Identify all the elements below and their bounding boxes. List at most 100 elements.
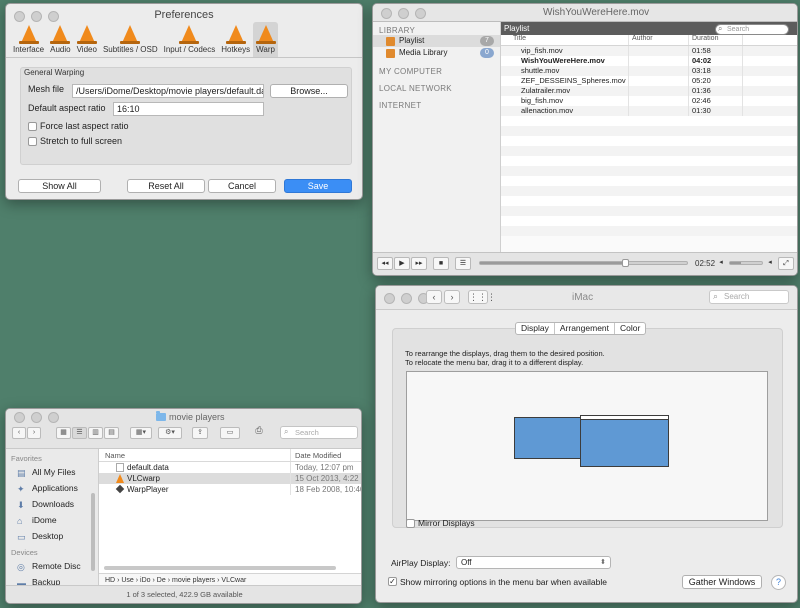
fullscreen-icon[interactable]: ⤢ xyxy=(778,257,794,270)
column-name[interactable]: Name xyxy=(99,449,291,461)
playlist-row[interactable]: ZEF_DESSEINS_Spheres.mov 05:20 xyxy=(501,76,797,86)
playlist-row[interactable]: allenaction.mov 01:30 xyxy=(501,106,797,116)
zoom-button[interactable] xyxy=(48,11,59,22)
show-all-grid-icon[interactable]: ⋮⋮⋮ xyxy=(468,290,496,304)
rewind-button[interactable]: ◂◂ xyxy=(377,257,393,270)
path-segment[interactable]: De xyxy=(157,577,166,584)
finder-search-input[interactable]: Search xyxy=(280,426,358,439)
sidebar-item-all-my-files[interactable]: ▤ All My Files xyxy=(6,464,98,480)
tab-color[interactable]: Color xyxy=(615,323,645,334)
close-button[interactable] xyxy=(14,11,25,22)
mesh-file-field[interactable]: /Users/iDome/Desktop/movie players/defau… xyxy=(72,84,264,98)
tab-warp[interactable]: Warp xyxy=(253,22,278,57)
force-aspect-checkbox[interactable] xyxy=(28,122,37,131)
preferences-search-input[interactable]: Search xyxy=(709,290,789,304)
play-button[interactable]: ▶ xyxy=(394,257,410,270)
tab-input-codecs[interactable]: Input / Codecs xyxy=(161,22,219,57)
forward-button[interactable]: › xyxy=(27,427,41,439)
sidebar-item-playlist[interactable]: Playlist 7 xyxy=(373,35,500,47)
list-view-icon[interactable]: ☰ xyxy=(72,427,87,439)
minimize-button[interactable] xyxy=(31,11,42,22)
playlist-row[interactable]: WishYouWereHere.mov 04:02 xyxy=(501,56,797,66)
tab-subtitles-osd[interactable]: Subtitles / OSD xyxy=(100,22,161,57)
sidebar-item-desktop[interactable]: ▭ Desktop xyxy=(6,528,98,544)
path-segment[interactable]: VLCwar xyxy=(221,577,246,584)
show-mirroring-checkbox[interactable]: ✓ xyxy=(388,577,397,586)
file-row[interactable]: VLCwarp 15 Oct 2013, 4:22 pm xyxy=(99,473,361,484)
zoom-button[interactable] xyxy=(48,412,59,423)
share-icon[interactable]: ⇪ xyxy=(192,427,208,439)
path-segment[interactable]: movie players xyxy=(172,577,215,584)
file-row[interactable]: default.data Today, 12:07 pm xyxy=(99,462,361,473)
minimize-button[interactable] xyxy=(31,412,42,423)
secondary-display[interactable] xyxy=(514,417,581,459)
cover-flow-icon[interactable]: ▤ xyxy=(104,427,119,439)
tab-interface[interactable]: Interface xyxy=(10,22,47,57)
file-row[interactable]: WarpPlayer 18 Feb 2008, 10:40 xyxy=(99,484,361,495)
stop-button[interactable]: ■ xyxy=(433,257,449,270)
playlist-row[interactable]: big_fish.mov 02:46 xyxy=(501,96,797,106)
internet-heading[interactable]: INTERNET xyxy=(373,93,500,110)
sidebar-item-idome[interactable]: ⌂ iDome xyxy=(6,512,98,528)
airplay-select[interactable]: Off xyxy=(456,556,611,569)
sidebar-item-remote-disc[interactable]: ◎ Remote Disc xyxy=(6,558,98,574)
column-date-modified[interactable]: Date Modified xyxy=(291,449,361,461)
sidebar-item-media-library[interactable]: Media Library 0 xyxy=(373,47,500,59)
main-display[interactable] xyxy=(580,415,669,467)
sidebar-item-downloads[interactable]: ⬇ Downloads xyxy=(6,496,98,512)
save-button[interactable]: Save xyxy=(284,179,352,193)
back-button[interactable]: ‹ xyxy=(12,427,26,439)
cancel-button[interactable]: Cancel xyxy=(208,179,276,193)
tab-video[interactable]: Video xyxy=(74,22,100,57)
seek-knob[interactable] xyxy=(622,259,630,267)
arrange-icon[interactable]: ▦▾ xyxy=(130,427,152,439)
column-title[interactable]: Title xyxy=(501,35,629,45)
icon-view-icon[interactable]: ▦ xyxy=(56,427,71,439)
browse-button[interactable]: Browse... xyxy=(270,84,348,98)
forward-button[interactable]: › xyxy=(444,290,460,304)
local-network-heading[interactable]: LOCAL NETWORK xyxy=(373,76,500,93)
seek-bar[interactable] xyxy=(479,261,688,265)
volume-high-icon[interactable]: ◂ xyxy=(765,257,775,270)
back-button[interactable]: ‹ xyxy=(426,290,442,304)
tags-icon[interactable]: ▭ xyxy=(220,427,240,439)
show-all-button[interactable]: Show All xyxy=(18,179,101,193)
stretch-checkbox[interactable] xyxy=(28,137,37,146)
column-author[interactable]: Author xyxy=(629,35,689,45)
tab-hotkeys[interactable]: Hotkeys xyxy=(218,22,253,57)
my-computer-heading[interactable]: MY COMPUTER xyxy=(373,59,500,76)
playlist-toggle-button[interactable]: ☰ xyxy=(455,257,471,270)
menu-bar-handle[interactable] xyxy=(581,416,668,420)
gather-windows-button[interactable]: Gather Windows xyxy=(682,575,762,589)
mirror-displays-checkbox[interactable] xyxy=(406,519,415,528)
zoom-button[interactable] xyxy=(415,8,426,19)
aspect-ratio-field[interactable]: 16:10 xyxy=(113,102,264,116)
script-icon[interactable]: ⎙ xyxy=(254,425,264,437)
path-segment[interactable]: HD xyxy=(105,577,115,584)
action-gear-icon[interactable]: ⚙▾ xyxy=(158,427,182,439)
playlist-search-input[interactable]: Search xyxy=(715,24,789,35)
minimize-button[interactable] xyxy=(398,8,409,19)
volume-slider[interactable] xyxy=(729,261,763,265)
help-button[interactable]: ? xyxy=(771,575,786,590)
reset-all-button[interactable]: Reset All xyxy=(127,179,205,193)
fast-forward-button[interactable]: ▸▸ xyxy=(411,257,427,270)
column-duration[interactable]: Duration xyxy=(689,35,743,45)
playlist-row[interactable]: shuttle.mov 03:18 xyxy=(501,66,797,76)
minimize-button[interactable] xyxy=(401,293,412,304)
path-segment[interactable]: iDo xyxy=(140,577,151,584)
volume-low-icon[interactable]: ◂ xyxy=(715,257,727,270)
tab-display[interactable]: Display xyxy=(516,323,555,334)
playlist-row[interactable]: Zulatrailer.mov 01:36 xyxy=(501,86,797,96)
file-list-scrollbar[interactable] xyxy=(104,566,336,570)
close-button[interactable] xyxy=(384,293,395,304)
playlist-row[interactable]: vip_fish.mov 01:58 xyxy=(501,46,797,56)
path-segment[interactable]: Use xyxy=(121,577,133,584)
tab-arrangement[interactable]: Arrangement xyxy=(554,323,616,334)
sidebar-item-applications[interactable]: ✦ Applications xyxy=(6,480,98,496)
close-button[interactable] xyxy=(381,8,392,19)
close-button[interactable] xyxy=(14,412,25,423)
sidebar-scrollbar[interactable] xyxy=(91,493,95,571)
column-view-icon[interactable]: ▥ xyxy=(88,427,103,439)
tab-audio[interactable]: Audio xyxy=(47,22,73,57)
